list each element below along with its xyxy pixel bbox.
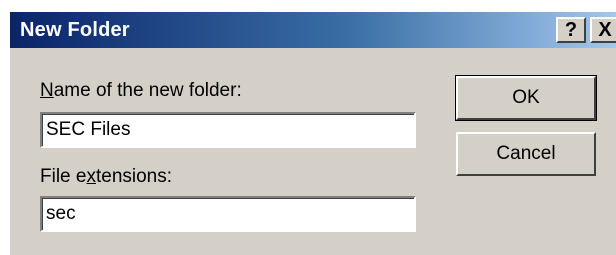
close-button[interactable]: X: [590, 17, 616, 43]
file-extensions-label-end: tensions:: [95, 166, 173, 187]
file-extensions-label: File extensions:: [40, 166, 172, 188]
new-folder-dialog: New Folder ? X Name of the new folder: F…: [8, 10, 616, 255]
folder-name-label-mnemonic: N: [40, 80, 54, 101]
folder-name-input[interactable]: [40, 112, 416, 148]
file-extensions-input[interactable]: [40, 196, 416, 232]
ok-button[interactable]: OK: [455, 75, 597, 121]
title-bar[interactable]: New Folder ? X: [10, 12, 616, 48]
cancel-button-label: Cancel: [496, 143, 556, 164]
ok-button-label: OK: [512, 87, 540, 108]
close-icon: X: [598, 19, 612, 41]
cancel-button[interactable]: Cancel: [456, 132, 596, 176]
dialog-title: New Folder: [20, 18, 130, 41]
folder-name-label: Name of the new folder:: [40, 80, 242, 102]
help-icon: ?: [564, 19, 578, 41]
file-extensions-label-start: File e: [40, 166, 87, 187]
help-button[interactable]: ?: [556, 17, 586, 43]
file-extensions-label-mnemonic: x: [86, 166, 96, 187]
folder-name-label-text: ame of the new folder:: [53, 80, 242, 101]
